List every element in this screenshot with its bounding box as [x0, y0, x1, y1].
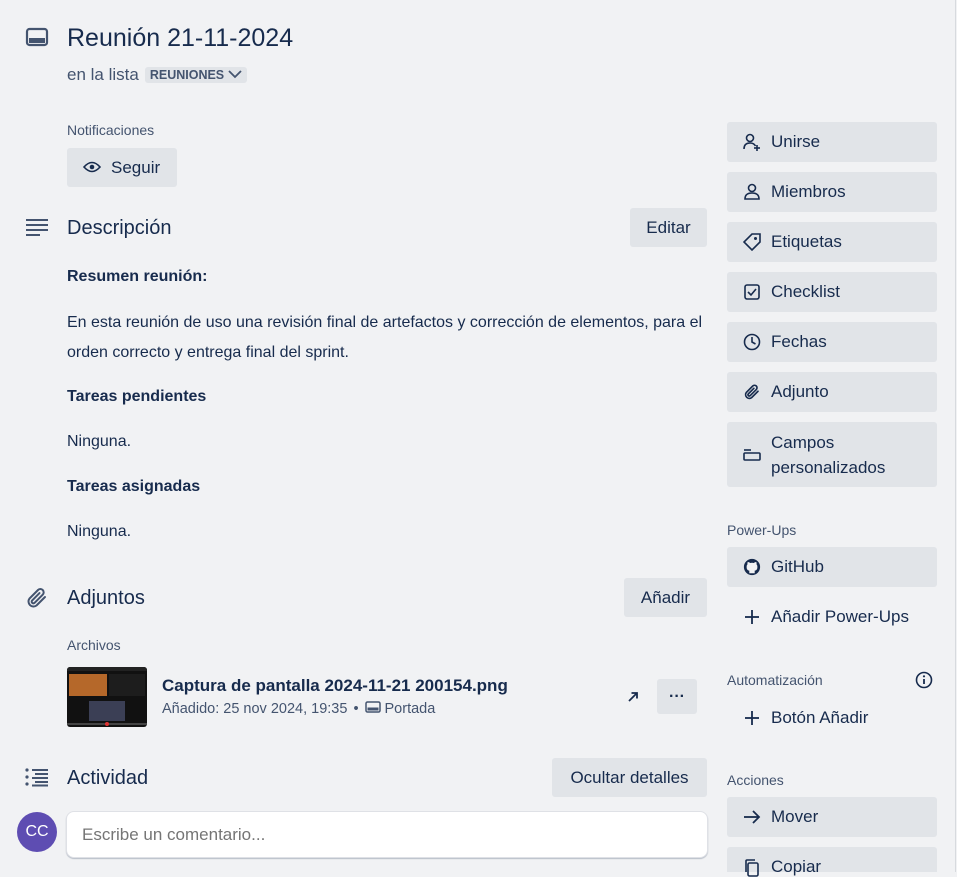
attachment-label: Adjunto: [771, 382, 829, 401]
description-heading: Descripción: [67, 217, 172, 239]
assigned-tasks-text: Ninguna.: [67, 523, 132, 540]
copy-button[interactable]: Copiar: [727, 847, 937, 877]
members-button[interactable]: Miembros: [727, 172, 937, 212]
members-label: Miembros: [771, 182, 846, 201]
tag-icon: [743, 233, 761, 251]
attachment-added-date: Añadido: 25 nov 2024, 19:35: [162, 701, 348, 717]
info-icon[interactable]: [915, 671, 933, 694]
activity-icon: [25, 767, 49, 792]
follow-label: Seguir: [111, 157, 161, 177]
pending-tasks-text: Ninguna.: [67, 433, 132, 450]
checklist-button[interactable]: Checklist: [727, 272, 937, 312]
chevron-down-icon: [228, 68, 242, 82]
attachment-thumbnail[interactable]: [67, 667, 147, 727]
summary-title: Resumen reunión:: [67, 268, 208, 285]
automation-label: Automatización: [727, 672, 823, 688]
add-powerups-label: Añadir Power-Ups: [771, 607, 909, 626]
pending-tasks-title: Tareas pendientes: [67, 388, 207, 405]
move-label: Mover: [771, 807, 819, 826]
join-button[interactable]: Unirse: [727, 122, 937, 162]
plus-icon: [743, 608, 761, 626]
list-selector[interactable]: REUNIONES: [144, 67, 248, 83]
copy-icon: [743, 859, 761, 877]
assigned-tasks-title: Tareas asignadas: [67, 478, 201, 495]
meta-separator: •: [353, 701, 359, 717]
card-title[interactable]: Reunión 21-11-2024: [67, 24, 293, 53]
description-icon: [25, 218, 49, 243]
github-powerup-button[interactable]: GitHub: [727, 547, 937, 587]
attachment-meta: Añadido: 25 nov 2024, 19:35 • Portada: [162, 701, 435, 717]
cover-link[interactable]: Portada: [385, 701, 436, 717]
custom-fields-icon: [743, 446, 761, 464]
clock-icon: [743, 333, 761, 351]
checklist-label: Checklist: [771, 282, 840, 301]
attachment-button[interactable]: Adjunto: [727, 372, 937, 412]
hide-details-button[interactable]: Ocultar detalles: [552, 758, 707, 797]
copy-label: Copiar: [771, 857, 822, 876]
actions-label: Acciones: [727, 772, 784, 788]
follow-button[interactable]: Seguir: [67, 148, 177, 187]
join-label: Unirse: [771, 132, 821, 151]
dates-button[interactable]: Fechas: [727, 322, 937, 362]
add-attachment-button[interactable]: Añadir: [624, 578, 707, 617]
in-list-prefix: en la lista: [67, 65, 139, 84]
add-button-label: Botón Añadir: [771, 708, 869, 727]
comment-input[interactable]: [66, 811, 708, 858]
checkbox-icon: [743, 283, 761, 301]
attachment-file-name[interactable]: Captura de pantalla 2024-11-21 200154.pn…: [162, 676, 508, 696]
dates-label: Fechas: [771, 332, 827, 351]
person-icon: [743, 183, 761, 201]
paperclip-icon: [25, 586, 49, 615]
attachment-more-button[interactable]: ···: [657, 679, 697, 714]
github-label: GitHub: [771, 557, 824, 576]
custom-fields-button[interactable]: Campos personalizados: [727, 422, 937, 487]
labels-button[interactable]: Etiquetas: [727, 222, 937, 262]
paperclip-icon: [743, 383, 761, 401]
open-external-icon[interactable]: [627, 690, 639, 708]
files-label: Archivos: [67, 637, 121, 653]
edit-description-button[interactable]: Editar: [630, 208, 707, 247]
arrow-right-icon: [743, 808, 761, 826]
card-icon: [25, 27, 49, 47]
labels-label: Etiquetas: [771, 232, 842, 251]
list-info: en la lista REUNIONES: [67, 65, 248, 85]
cover-icon: [364, 701, 381, 717]
summary-text: En esta reunión de uso una revisión fina…: [67, 314, 703, 361]
powerups-label: Power-Ups: [727, 522, 797, 538]
add-powerups-button[interactable]: Añadir Power-Ups: [727, 597, 937, 637]
plus-icon: [743, 709, 761, 727]
attachments-heading: Adjuntos: [67, 587, 145, 609]
activity-heading: Actividad: [67, 767, 149, 789]
list-name: REUNIONES: [149, 68, 225, 82]
github-icon: [743, 558, 761, 576]
eye-icon: [82, 158, 102, 178]
avatar-initials: CC: [25, 823, 49, 840]
notifications-label: Notificaciones: [67, 122, 155, 138]
add-button-automation[interactable]: Botón Añadir: [727, 698, 937, 738]
custom-fields-label: Campos personalizados: [771, 432, 886, 477]
move-button[interactable]: Mover: [727, 797, 937, 837]
add-person-icon: [743, 133, 761, 151]
avatar[interactable]: CC: [17, 812, 57, 852]
card-detail-panel: Reunión 21-11-2024 en la lista REUNIONES…: [0, 0, 956, 877]
